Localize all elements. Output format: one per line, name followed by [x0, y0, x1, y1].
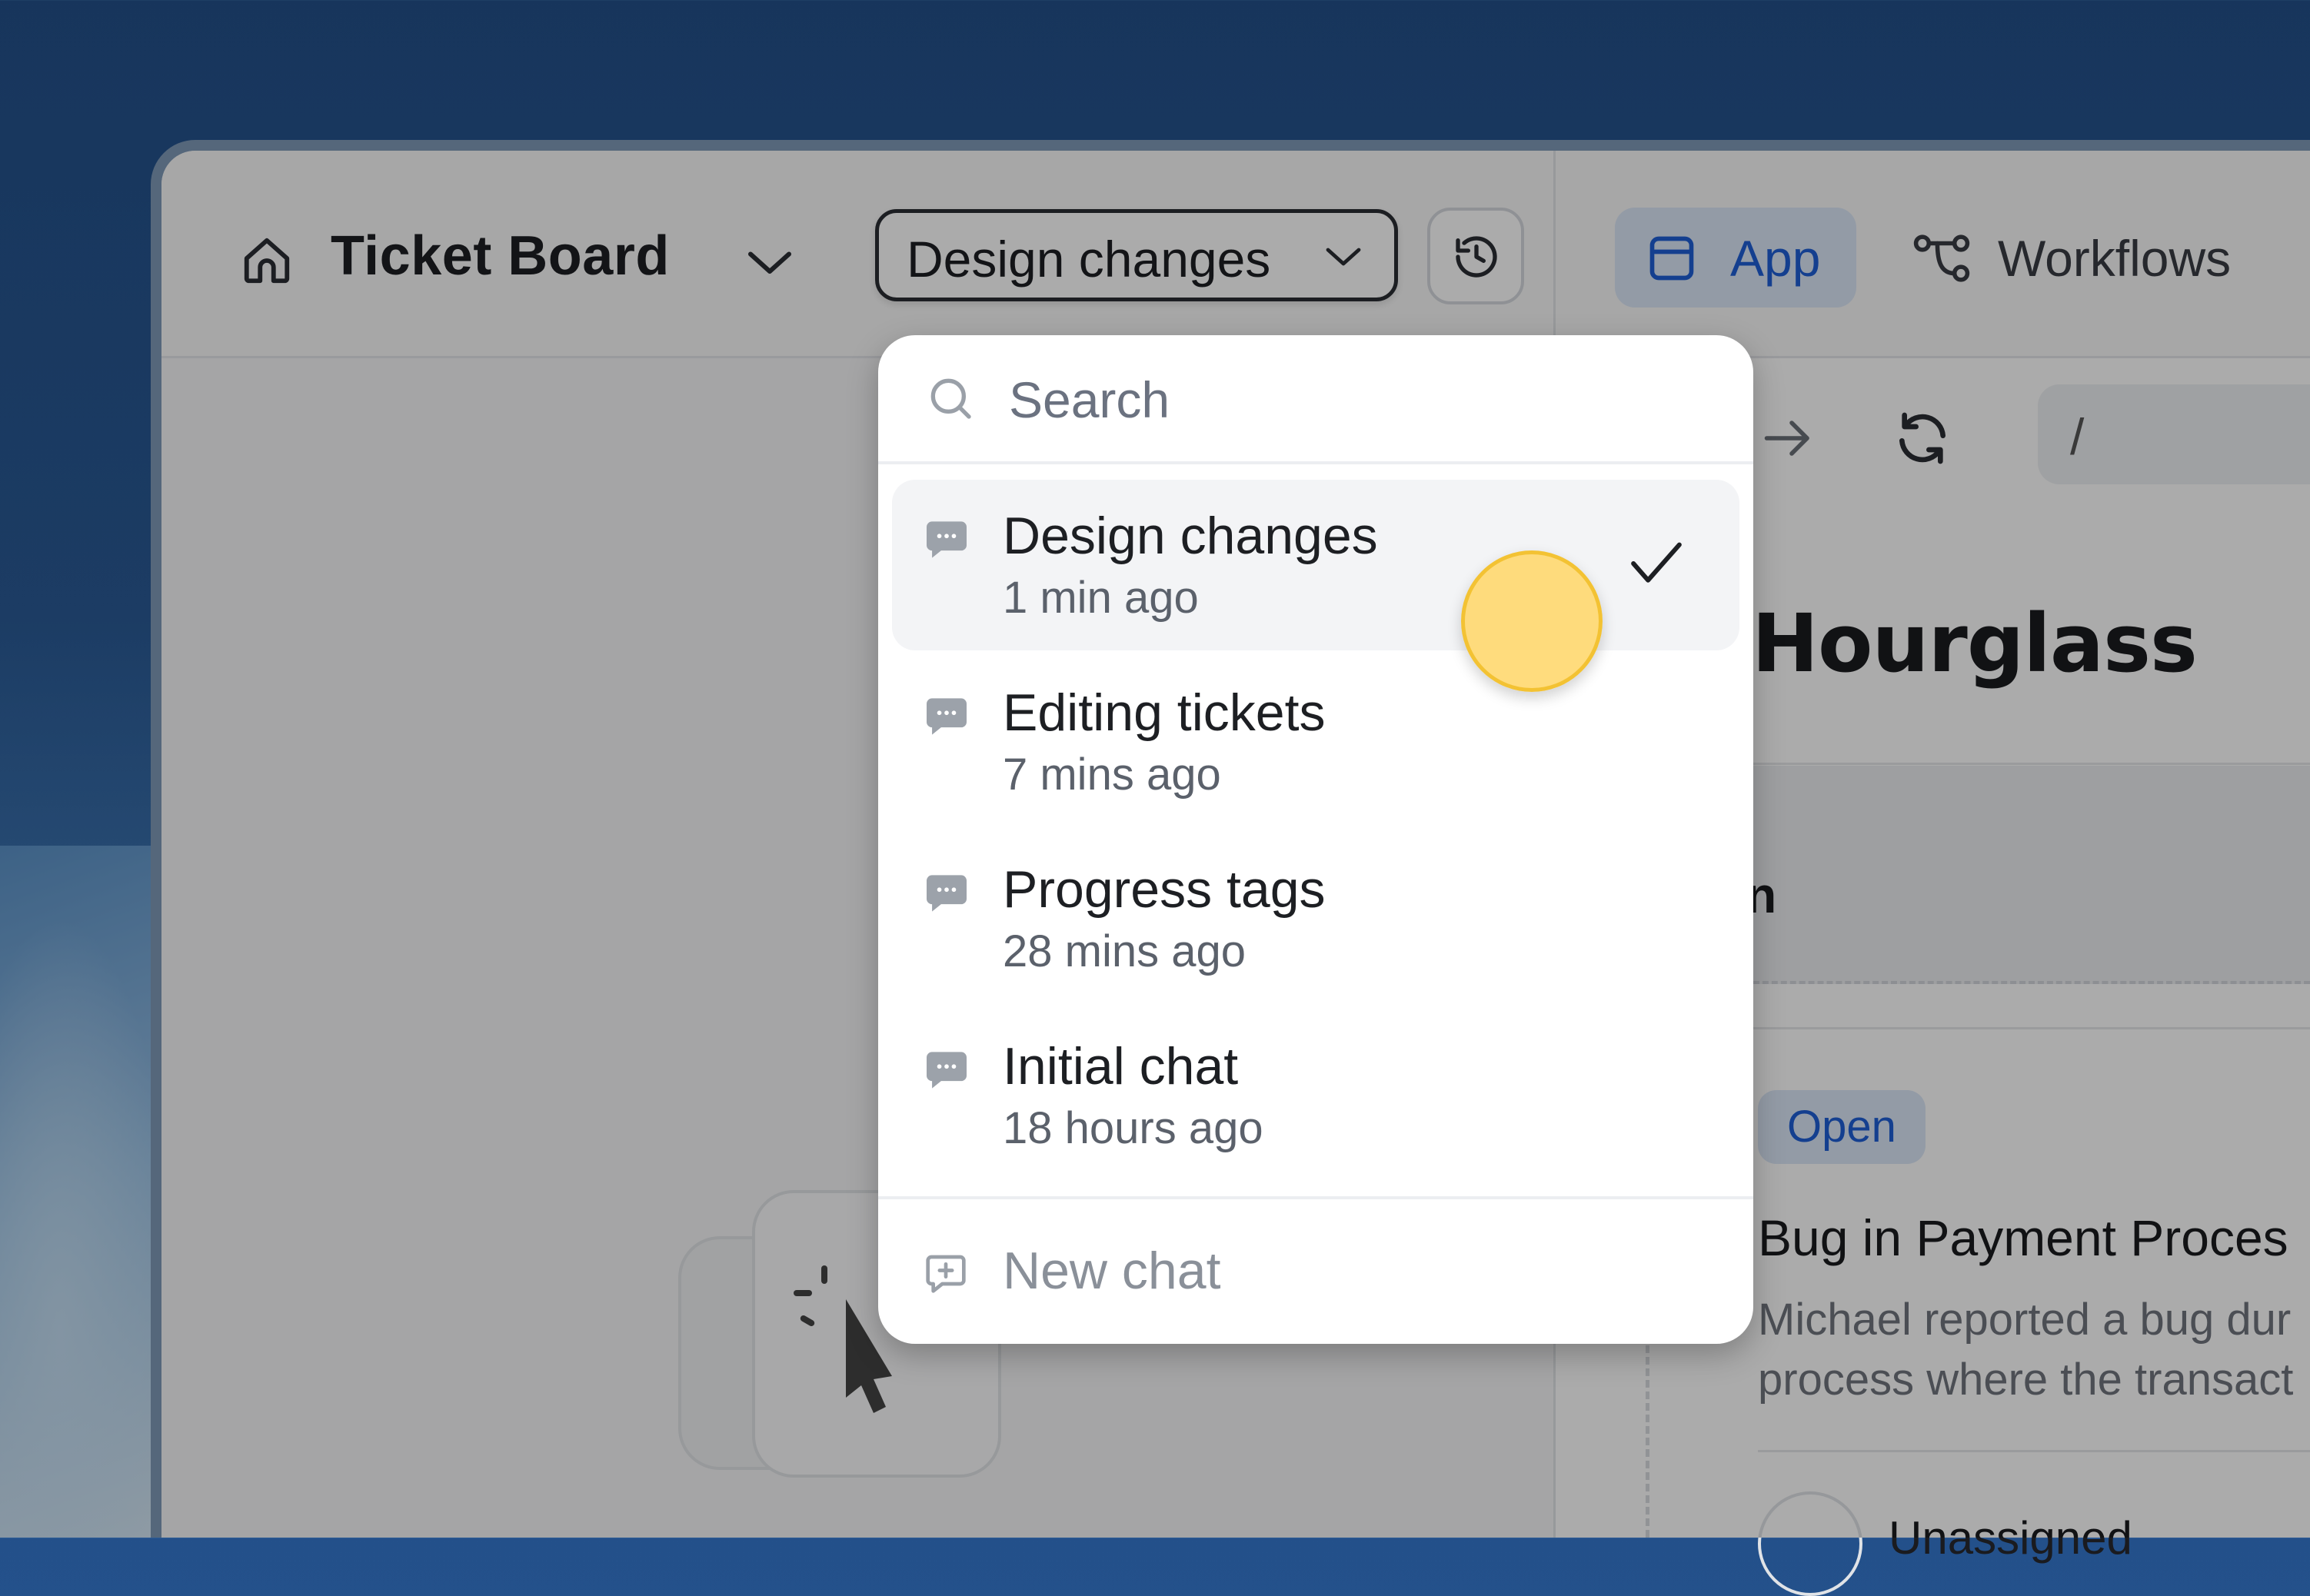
new-chat-button[interactable]: New chat: [892, 1212, 1739, 1327]
assignee-avatar: [1758, 1491, 1862, 1596]
chat-bubble-icon: [927, 698, 967, 735]
chat-item-time: 1 min ago: [1003, 573, 1199, 623]
chat-selector-label: Design changes: [907, 231, 1271, 288]
chat-bubble-icon: [927, 521, 967, 558]
app-window-icon: [1649, 236, 1694, 281]
chat-item-title: Editing tickets: [1003, 683, 1326, 742]
chat-item-time: 7 mins ago: [1003, 750, 1221, 800]
chat-item-title: Progress tags: [1003, 860, 1326, 919]
app-title: Ticket Board: [331, 225, 670, 287]
chat-item-title: Initial chat: [1003, 1037, 1239, 1096]
divider: [1758, 1450, 2310, 1452]
new-chat-icon: [926, 1255, 966, 1293]
new-chat-label: New chat: [1003, 1242, 1221, 1300]
chat-bubble-icon: [927, 875, 967, 912]
tab-workflows[interactable]: Workflows: [1912, 208, 2296, 308]
ticket-title[interactable]: Bug in Payment Proces: [1758, 1209, 2288, 1267]
cursor-highlight: [1461, 550, 1603, 692]
url-text: /: [2070, 408, 2085, 465]
divider: [1753, 763, 2310, 765]
chevron-down-icon[interactable]: [743, 244, 797, 283]
chevron-down-icon: [1326, 248, 1361, 266]
tab-app-label: App: [1730, 230, 1821, 287]
search-row: [878, 335, 1753, 464]
divider: [1753, 1027, 2310, 1029]
board-column-header[interactable]: n: [1746, 766, 2310, 984]
menu-divider: [878, 1196, 1753, 1199]
preview-brand-title: Hourglass: [1752, 597, 2198, 690]
ticket-description-line: Michael reported a bug dur: [1758, 1295, 2292, 1345]
history-button[interactable]: [1427, 208, 1524, 304]
chat-item-title: Design changes: [1003, 507, 1378, 565]
refresh-icon[interactable]: [1892, 407, 1953, 469]
workflow-icon: [1913, 234, 1970, 282]
chat-item-design-changes[interactable]: Design changes 1 min ago: [892, 480, 1739, 650]
search-icon: [930, 378, 971, 419]
tab-workflows-label: Workflows: [1998, 230, 2232, 287]
history-icon: [1456, 236, 1497, 278]
chat-item-editing-tickets[interactable]: Editing tickets 7 mins ago: [892, 657, 1739, 827]
tab-app[interactable]: App: [1615, 208, 1856, 308]
ticket-description: Michael reported a bug dur process where…: [1758, 1290, 2310, 1410]
chat-item-initial-chat[interactable]: Initial chat 18 hours ago: [892, 1010, 1739, 1181]
status-badge: Open: [1758, 1090, 1926, 1164]
assignee-label: Unassigned: [1889, 1512, 2132, 1564]
search-input[interactable]: [1007, 364, 1703, 435]
chat-switcher-dropdown: Design changes 1 min ago Editing tickets…: [878, 335, 1753, 1344]
url-bar[interactable]: /: [2038, 384, 2310, 484]
chat-bubble-icon: [927, 1052, 967, 1089]
chat-item-time: 18 hours ago: [1003, 1103, 1263, 1153]
arrow-right-icon[interactable]: [1761, 415, 1815, 461]
ticket-description-line: process where the transact: [1758, 1355, 2294, 1405]
chat-item-progress-tags[interactable]: Progress tags 28 mins ago: [892, 833, 1739, 1004]
checkmark-icon: [1631, 542, 1682, 583]
home-icon[interactable]: [240, 234, 294, 288]
chat-item-time: 28 mins ago: [1003, 926, 1246, 976]
chat-selector-button[interactable]: Design changes: [875, 209, 1398, 301]
